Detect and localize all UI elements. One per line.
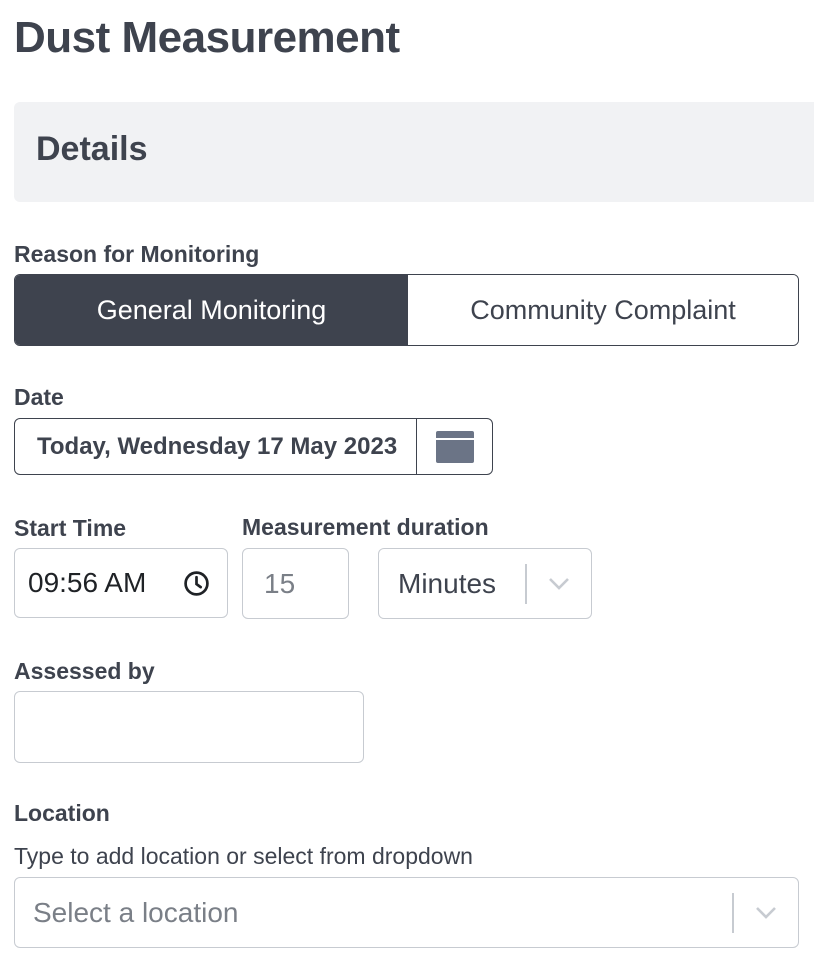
date-value[interactable]: Today, Wednesday 17 May 2023 — [15, 419, 417, 474]
details-title: Details — [36, 130, 148, 168]
calendar-button[interactable] — [417, 419, 492, 474]
community-complaint-option[interactable]: Community Complaint — [408, 275, 798, 345]
general-monitoring-option[interactable]: General Monitoring — [15, 275, 408, 345]
start-time-value[interactable]: 09:56 AM — [28, 567, 146, 599]
duration-unit-select[interactable]: Minutes — [378, 548, 592, 619]
date-picker[interactable]: Today, Wednesday 17 May 2023 — [14, 418, 493, 475]
assessed-by-label: Assessed by — [14, 658, 155, 684]
clock-icon[interactable] — [183, 570, 210, 597]
date-label: Date — [14, 384, 64, 410]
assessed-by-input[interactable] — [14, 691, 364, 763]
location-select[interactable]: Select a location — [14, 877, 799, 948]
chevron-down-icon[interactable] — [527, 577, 591, 591]
duration-input[interactable]: 15 — [242, 548, 349, 619]
duration-label: Measurement duration — [242, 514, 489, 540]
duration-unit-value: Minutes — [398, 567, 497, 599]
location-placeholder[interactable]: Select a location — [15, 897, 732, 929]
location-label: Location — [14, 800, 110, 826]
location-helper-text: Type to add location or select from drop… — [14, 843, 473, 869]
reason-label: Reason for Monitoring — [14, 241, 260, 267]
page-title: Dust Measurement — [14, 13, 400, 62]
details-section-header: Details — [14, 102, 814, 202]
calendar-icon — [435, 430, 474, 463]
reason-toggle: General Monitoring Community Complaint — [14, 274, 799, 346]
chevron-down-icon[interactable] — [734, 906, 798, 920]
start-time-input[interactable]: 09:56 AM — [14, 548, 228, 618]
start-time-label: Start Time — [14, 515, 127, 541]
